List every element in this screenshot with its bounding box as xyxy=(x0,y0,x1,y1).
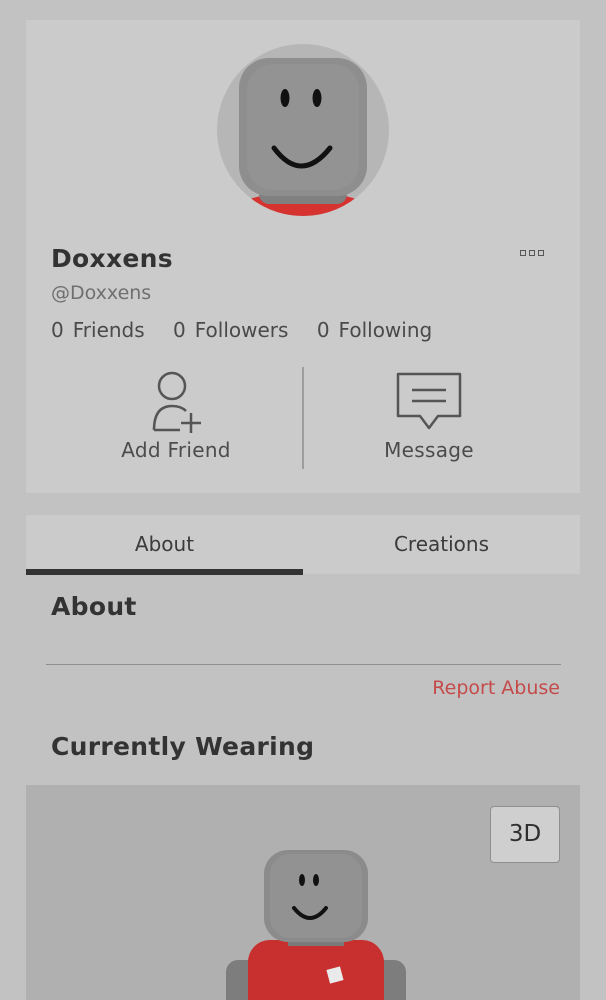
more-options-dot xyxy=(529,250,535,256)
friends-stat[interactable]: 0 Friends xyxy=(51,318,145,342)
username: @Doxxens xyxy=(51,282,152,304)
message-button[interactable]: Message xyxy=(329,370,529,462)
following-count: 0 xyxy=(316,318,330,342)
profile-tabs: About Creations xyxy=(26,515,580,574)
following-stat[interactable]: 0 Following xyxy=(317,318,432,342)
avatar-preview-panel: 3D xyxy=(26,785,580,1000)
more-options-dot xyxy=(520,250,526,256)
report-abuse-link[interactable]: Report Abuse xyxy=(432,677,560,699)
avatar[interactable] xyxy=(217,44,389,216)
more-options-icon[interactable] xyxy=(520,250,550,260)
avatar-headshot-image xyxy=(233,58,373,216)
action-divider xyxy=(302,367,304,469)
currently-wearing-heading: Currently Wearing xyxy=(51,732,315,761)
profile-stats: 0 Friends 0 Followers 0 Following xyxy=(51,318,454,342)
followers-count: 0 xyxy=(173,318,186,342)
friends-count: 0 xyxy=(51,318,64,342)
more-options-dot xyxy=(538,250,544,256)
tab-creations[interactable]: Creations xyxy=(303,515,580,574)
active-tab-indicator xyxy=(26,569,303,575)
following-label: Following xyxy=(338,318,433,342)
about-heading: About xyxy=(51,592,137,621)
followers-label: Followers xyxy=(194,318,289,342)
about-divider xyxy=(46,664,561,665)
display-name: Doxxens xyxy=(51,244,173,273)
add-friend-icon xyxy=(152,371,201,433)
add-friend-button[interactable]: Add Friend xyxy=(76,370,276,462)
tab-about[interactable]: About xyxy=(26,515,303,574)
add-friend-label: Add Friend xyxy=(121,438,231,462)
avatar-3d-image xyxy=(226,850,406,1000)
followers-stat[interactable]: 0 Followers xyxy=(173,318,288,342)
profile-header-card: Doxxens @Doxxens 0 Friends 0 Followers 0 Fo… xyxy=(26,20,580,493)
message-label: Message xyxy=(384,438,474,462)
friends-label: Friends xyxy=(72,318,145,342)
three-d-toggle-button[interactable]: 3D xyxy=(490,806,560,863)
message-icon xyxy=(396,372,462,430)
